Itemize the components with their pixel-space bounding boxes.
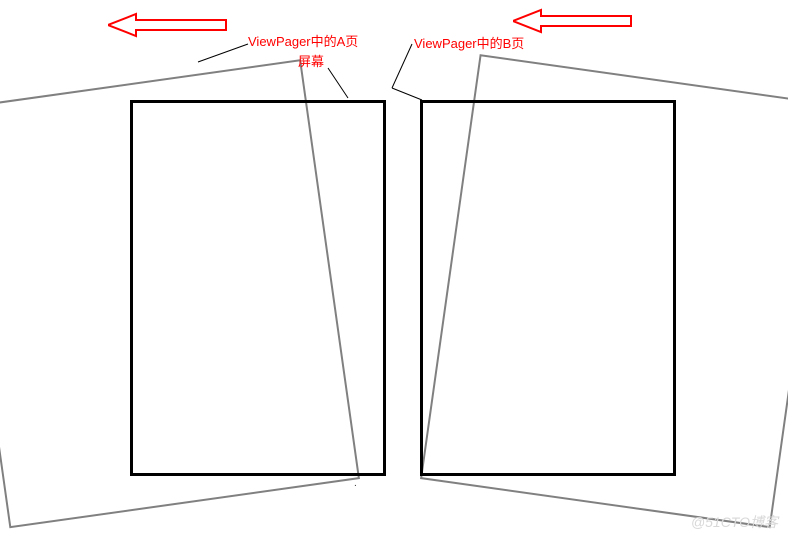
diagram-canvas: ViewPager中的A页 屏幕 ViewPager中的B页 . @51CTO博… xyxy=(0,0,788,538)
watermark-text: @51CTO博客 xyxy=(691,512,778,532)
leader-lines xyxy=(0,0,788,538)
decorative-dot: . xyxy=(354,478,357,489)
